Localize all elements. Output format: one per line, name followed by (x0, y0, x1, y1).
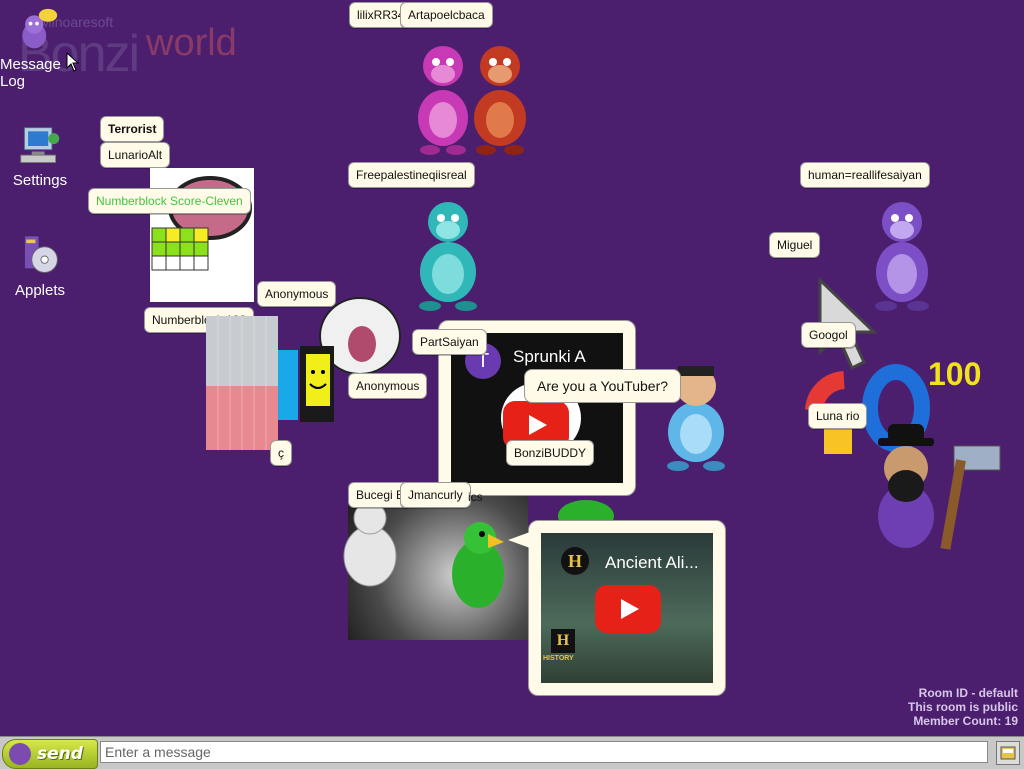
applets-shortcut[interactable]: Applets (0, 234, 80, 299)
applets-icon (23, 235, 58, 273)
chat-bar: send (0, 736, 1024, 769)
room-info: Room ID - default This room is public Me… (908, 686, 1018, 728)
user-tag: Googol (801, 322, 856, 348)
video-player-2[interactable]: H Ancient Ali... H HISTORY (541, 533, 713, 683)
mouse-cursor-icon (66, 52, 80, 72)
numberblock-190-sprite (206, 316, 278, 450)
settings-icon (20, 127, 60, 163)
green-parrot-sprite[interactable] (440, 516, 516, 616)
bonzi-white[interactable] (330, 500, 410, 590)
speech-bubble: Are you a YouTuber? (524, 369, 682, 403)
user-tag: ç (270, 440, 292, 466)
image-upload-button[interactable] (996, 741, 1020, 765)
user-tag: Freepalestineqiisreal (348, 162, 475, 188)
score-100-text: 100 (928, 356, 982, 392)
send-button[interactable]: send (2, 739, 98, 769)
message-log-icon (22, 8, 58, 49)
green-parrot-head (558, 500, 614, 522)
send-label: send (37, 744, 83, 764)
history-watermark-text: HISTORY (543, 655, 574, 662)
user-tag: Luna rio (808, 403, 868, 429)
message-log-label: Message Log (0, 56, 61, 90)
logo-world-text: world (146, 22, 237, 64)
history-watermark: H (551, 629, 575, 653)
user-tag: Artapoelcbaca (400, 2, 493, 28)
user-tag: Jmancurly (400, 482, 471, 508)
user-tag: Miguel (769, 232, 821, 258)
room-public-text: This room is public (907, 700, 1018, 714)
bubble-tail (508, 532, 530, 548)
user-tag: LunarioAlt (100, 142, 171, 168)
image-icon (1000, 746, 1016, 760)
settings-shortcut[interactable]: Settings (0, 124, 80, 189)
member-count-text: Member Count: 19 (913, 714, 1018, 728)
settings-label: Settings (12, 172, 68, 189)
video-bubble-2[interactable]: H Ancient Ali... H HISTORY (528, 520, 726, 696)
bonzi-face-icon (9, 743, 31, 765)
video-title-2: Ancient Ali... (605, 553, 699, 572)
user-tag-partial: ics (468, 490, 483, 504)
user-tag: BonziBUDDY (506, 440, 595, 466)
bonzi-cyan[interactable] (404, 196, 492, 314)
user-tag: Numberblock Score-Cleven (88, 188, 251, 214)
play-button-2[interactable] (595, 585, 661, 633)
history-logo: H (561, 547, 589, 575)
message-log-shortcut[interactable]: Message Log (0, 8, 90, 90)
bonzi-hat-hammer[interactable] (864, 420, 1014, 556)
applets-label: Applets (14, 282, 66, 299)
bonzi-red[interactable] (462, 38, 540, 156)
room-id-text: Room ID - default (918, 686, 1018, 700)
user-tag: PartSaiyan (412, 329, 487, 355)
smiley-block-sprite (278, 346, 334, 422)
message-input[interactable] (100, 741, 988, 763)
video-title-1: Sprunki A (513, 347, 586, 366)
user-tag: Terrorist (100, 116, 165, 142)
user-tag: Anonymous (348, 373, 428, 399)
user-tag: human=reallifesaiyan (800, 162, 930, 188)
